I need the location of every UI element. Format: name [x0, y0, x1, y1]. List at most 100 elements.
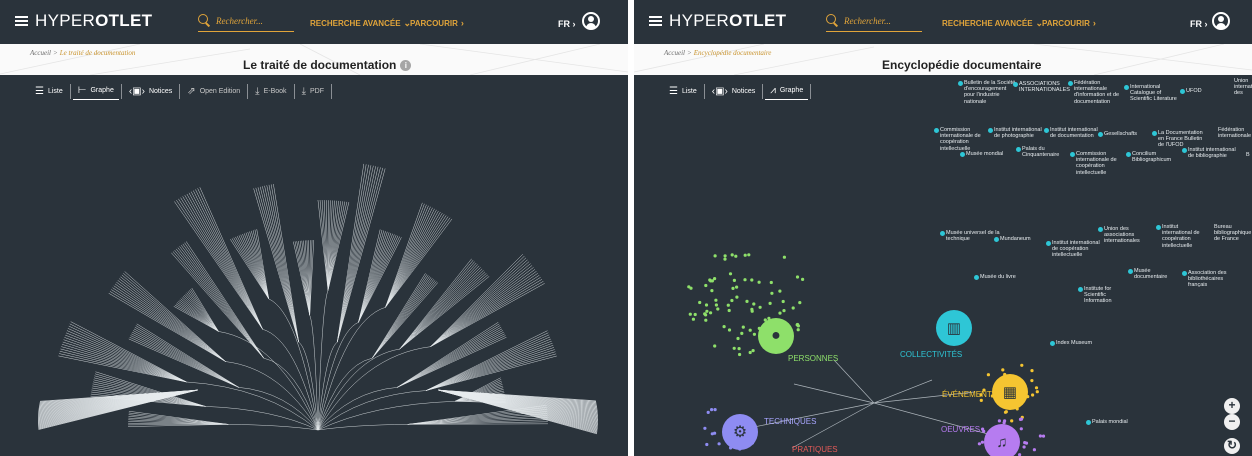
- info-icon[interactable]: i: [400, 60, 412, 72]
- advanced-search-link[interactable]: RECHERCHE AVANCÉE ⌄: [310, 18, 411, 29]
- tree-branches: [37, 163, 599, 435]
- cluster-dot: [723, 257, 727, 261]
- cluster-dot: [704, 313, 708, 317]
- cluster-dot: [1001, 368, 1005, 372]
- cluster-dot: [795, 275, 800, 279]
- cluster-dot: [693, 312, 697, 317]
- persons-label: PERSONNES: [788, 354, 839, 363]
- list-view-button[interactable]: ☰ Liste: [30, 82, 68, 100]
- cluster-dot: [717, 442, 721, 446]
- search-icon[interactable]: [198, 13, 210, 28]
- cluster-dot: [738, 352, 742, 357]
- cluster-dot: [735, 295, 739, 299]
- graph-view-button[interactable]: ⊢ Graphe: [72, 82, 119, 100]
- left-panel: HYPEROTLET RECHERCHE AVANCÉE⌄ PARCOURIR›…: [0, 0, 628, 456]
- cluster-dot: [986, 373, 990, 377]
- user-icon[interactable]: [582, 12, 600, 30]
- calendar-icon: ▦: [1002, 384, 1018, 401]
- cluster-dot: [796, 328, 800, 332]
- openedition-button[interactable]: ⇗ Open Edition: [182, 82, 245, 100]
- cluster-dot: [1030, 379, 1034, 383]
- cluster-dot: [1030, 369, 1034, 373]
- events-hub[interactable]: ▦: [992, 374, 1028, 410]
- cluster-dot: [743, 253, 747, 257]
- cluster-dot: [705, 442, 709, 447]
- cluster-dot: [714, 298, 718, 302]
- search-bar[interactable]: [198, 12, 296, 32]
- language-selector[interactable]: FR ›: [558, 19, 576, 29]
- cluster-dot: [750, 278, 754, 282]
- cluster-dot: [691, 317, 695, 321]
- search-input[interactable]: [216, 13, 296, 29]
- cluster-dot: [979, 398, 983, 402]
- cluster-dot: [709, 311, 713, 315]
- cluster-dot: [708, 278, 712, 282]
- notices-button[interactable]: ‹▣› Notices: [124, 82, 177, 100]
- cluster-dot: [740, 331, 744, 335]
- cluster-dot: [798, 301, 802, 305]
- tree-graph[interactable]: [0, 104, 628, 456]
- toolbar-divider: [69, 83, 71, 99]
- cluster-dot: [727, 308, 731, 313]
- cluster-dot: [734, 254, 738, 258]
- techniques-hub[interactable]: ⚙: [722, 414, 758, 450]
- cluster-dot: [706, 410, 710, 414]
- cluster-dot: [704, 283, 708, 288]
- cluster-dot: [737, 347, 741, 351]
- collectivities-hub[interactable]: ▥: [936, 310, 972, 346]
- cluster-dot: [704, 318, 708, 322]
- toolbar-divider: [293, 83, 295, 99]
- cluster-dot: [751, 349, 755, 353]
- cluster-dot: [1041, 434, 1046, 438]
- cluster-dot: [732, 346, 736, 350]
- ebook-button[interactable]: ⤓ E-Book: [250, 82, 291, 100]
- cluster-dot: [723, 254, 727, 258]
- persons-hub[interactable]: ●: [758, 318, 794, 354]
- cluster-dot: [743, 278, 747, 282]
- cluster-dot: [726, 303, 730, 307]
- cluster-dot: [713, 344, 717, 348]
- works-hub[interactable]: ♫: [984, 424, 1020, 456]
- cluster-dot: [1038, 434, 1042, 438]
- cluster-dot: [713, 431, 717, 435]
- cluster-dot: [730, 253, 734, 257]
- zoom-out-button[interactable]: −: [1224, 414, 1240, 430]
- cluster-dot: [1019, 427, 1023, 431]
- cluster-dot: [687, 285, 691, 289]
- breadcrumb-home[interactable]: Accueil: [30, 49, 51, 57]
- reset-view-button[interactable]: ↻: [1224, 438, 1240, 454]
- browse-link[interactable]: PARCOURIR ›: [410, 18, 464, 28]
- zoom-in-button[interactable]: +: [1224, 398, 1240, 414]
- cluster-dot: [698, 300, 702, 305]
- breadcrumb: Accueil > Le traité de documentation: [30, 49, 136, 57]
- carousel-icon: ‹▣›: [128, 85, 145, 97]
- title-bar: Accueil > Le traité de documentation Le tr…: [0, 44, 628, 75]
- cluster-dot: [703, 426, 707, 430]
- breadcrumb-current[interactable]: Le traité de documentation: [60, 49, 136, 57]
- cluster-dot: [1004, 410, 1008, 414]
- pdf-button[interactable]: ⤓ PDF: [297, 82, 329, 100]
- cluster-dot: [704, 303, 709, 307]
- cluster-dot: [1032, 448, 1036, 452]
- toolbar-divider: [179, 83, 181, 99]
- cluster-dot: [728, 272, 733, 276]
- cluster-dot: [758, 305, 762, 309]
- dot-clusters: [687, 253, 1046, 456]
- toolbar-divider: [247, 83, 249, 99]
- cluster-dot: [1034, 386, 1039, 390]
- cluster-dot: [781, 299, 785, 304]
- cluster-dot: [713, 277, 717, 281]
- collectivities-label: COLLECTIVITÉS: [900, 350, 963, 359]
- cluster-dot: [736, 336, 740, 341]
- logo[interactable]: HYPEROTLET: [35, 11, 152, 31]
- menu-icon[interactable]: [15, 16, 28, 26]
- cluster-dot: [768, 301, 772, 305]
- cluster-dot: [778, 311, 782, 315]
- gear-icon: ⚙: [732, 424, 748, 441]
- cluster-dot: [710, 289, 714, 293]
- cluster-dot: [778, 289, 782, 293]
- cluster-dot: [722, 325, 726, 329]
- cluster-dot: [770, 291, 774, 295]
- cluster-dot: [747, 253, 751, 257]
- cluster-dot: [769, 280, 773, 285]
